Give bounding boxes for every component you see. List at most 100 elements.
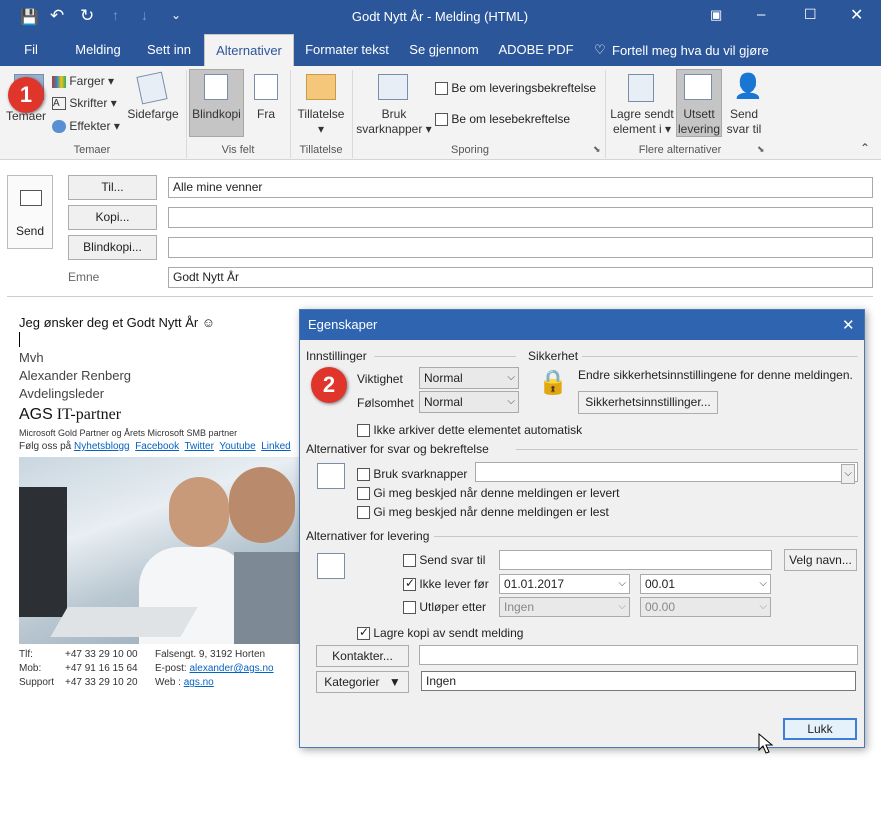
be-lese-checkbox[interactable]: Be om lesebekreftelse	[435, 112, 570, 127]
checkbox[interactable]	[357, 424, 370, 438]
kategorier-button[interactable]: Kategorier ▼	[316, 671, 409, 693]
down-icon[interactable]: ↓	[141, 7, 148, 23]
kontakter-field[interactable]	[419, 645, 858, 665]
checkbox[interactable]	[357, 506, 370, 520]
tab-fil[interactable]: Fil	[10, 34, 52, 66]
kopi-field[interactable]	[168, 207, 873, 228]
effekter-button[interactable]: Effekter ▾	[52, 119, 120, 134]
chevron-down-icon: ⌵	[507, 372, 515, 383]
kontakter-button[interactable]: Kontakter...	[316, 645, 409, 667]
send-button[interactable]: Send	[7, 175, 53, 249]
send-svar-til-checkbox[interactable]: Send svar til	[403, 553, 486, 568]
ribbon-display-icon[interactable]: ▣	[710, 7, 722, 23]
tell-me-box[interactable]: Fortell meg hva du vil gjøre	[612, 43, 769, 58]
sikkerhetsinnstillinger-button[interactable]: Sikkerhetsinnstillinger...	[578, 391, 718, 414]
checkbox[interactable]	[403, 554, 416, 568]
up-icon[interactable]: ↑	[112, 7, 119, 23]
blindkopi-field[interactable]	[168, 237, 873, 258]
checkbox[interactable]	[403, 576, 416, 592]
company-name: AGS	[19, 406, 53, 423]
kopi-button[interactable]: Kopi...	[68, 205, 157, 230]
utloper-checkbox[interactable]: Utløper etter	[403, 600, 486, 615]
ikke-lever-date[interactable]: 01.01.2017 ⌵	[499, 574, 630, 594]
from-icon	[254, 74, 278, 100]
contact-email-link[interactable]: alexander@ags.no	[189, 663, 273, 674]
viktighet-select[interactable]: Normal ⌵	[419, 367, 519, 389]
ikke-lever-checkbox[interactable]: Ikke lever før	[403, 576, 489, 592]
redo-icon[interactable]: ↻	[80, 6, 94, 26]
tab-adobe-pdf[interactable]: ADOBE PDF	[494, 34, 578, 66]
send-svar-til-button[interactable]: Send svar til	[723, 107, 765, 137]
contact-email-label: E-post:	[155, 663, 187, 674]
farger-button[interactable]: Farger ▾	[52, 74, 114, 89]
checkbox[interactable]	[435, 82, 448, 96]
utloper-date[interactable]: Ingen ⌵	[499, 597, 630, 617]
checkbox[interactable]	[357, 625, 370, 641]
link-facebook[interactable]: Facebook	[135, 441, 179, 452]
tillatelse-label: Tillatelse	[297, 107, 345, 121]
fra-button[interactable]: Fra	[247, 107, 285, 122]
link-youtube[interactable]: Youtube	[219, 441, 255, 452]
save-icon[interactable]: 💾	[20, 8, 39, 26]
keyboard-shape	[50, 607, 198, 637]
checkbox[interactable]	[357, 487, 370, 501]
ikke-lever-time[interactable]: 00.01 ⌵	[640, 574, 771, 594]
bruk-label-1: Bruk	[381, 107, 407, 121]
lagre-sendt-button[interactable]: Lagre sendt element i ▾	[608, 107, 676, 137]
tab-formater-tekst[interactable]: Formater tekst	[298, 34, 396, 66]
contact-label: Tlf:	[19, 649, 33, 660]
checkbox[interactable]	[403, 601, 416, 615]
ikke-arkiver-checkbox[interactable]: Ikke arkiver dette elementet automatisk	[357, 423, 582, 438]
customize-icon[interactable]: ⌄	[171, 8, 181, 22]
checkbox[interactable]	[435, 113, 448, 127]
minimize-icon[interactable]: –	[757, 6, 765, 23]
velg-navn-button[interactable]: Velg navn...	[784, 549, 857, 571]
fonts-icon: A	[52, 97, 66, 111]
utloper-time[interactable]: 00.00 ⌵	[640, 597, 771, 617]
til-button[interactable]: Til...	[68, 175, 157, 200]
voting-buttons-icon	[378, 74, 408, 100]
send-label: Send	[15, 224, 45, 238]
lukk-button[interactable]: Lukk	[783, 718, 857, 740]
dialog-launcher-icon[interactable]: ⬊	[757, 144, 765, 155]
tab-sett-inn[interactable]: Sett inn	[138, 34, 200, 66]
gi-levert-checkbox[interactable]: Gi meg beskjed når denne meldingen er le…	[357, 486, 619, 501]
utsett-label-1: Utsett	[683, 107, 715, 121]
tab-se-gjennom[interactable]: Se gjennom	[402, 34, 486, 66]
maximize-icon[interactable]: ☐	[804, 6, 817, 23]
be-levering-checkbox[interactable]: Be om leveringsbekreftelse	[435, 81, 596, 96]
skrifter-button[interactable]: A Skrifter ▾	[52, 96, 117, 111]
emne-field[interactable]: Godt Nytt År	[168, 267, 873, 288]
link-twitter[interactable]: Twitter	[185, 441, 214, 452]
dialog-close-icon[interactable]: ✕	[842, 316, 855, 334]
skrifter-label: Skrifter	[69, 96, 108, 110]
link-nyhetsblogg[interactable]: Nyhetsblogg	[74, 441, 130, 452]
svarknapper-select[interactable]: ⌵	[475, 462, 858, 484]
collapse-ribbon-icon[interactable]: ⌃	[860, 141, 870, 155]
voting-options-icon	[317, 463, 345, 489]
tillatelse-button[interactable]: Tillatelse ▾	[292, 107, 350, 137]
delay-delivery-icon	[684, 74, 712, 100]
tab-alternativer[interactable]: Alternativer	[204, 34, 294, 66]
gi-lest-checkbox[interactable]: Gi meg beskjed når denne meldingen er le…	[357, 505, 609, 520]
contact-web-link[interactable]: ags.no	[184, 677, 214, 688]
dialog-launcher-icon[interactable]: ⬊	[593, 144, 601, 155]
bruk-svarknapper-checkbox[interactable]: Bruk svarknapper	[357, 467, 467, 482]
send-svar-til-label: Send svar til	[419, 553, 486, 567]
undo-icon[interactable]: ↶	[50, 6, 64, 26]
bruk-svarknapper-button[interactable]: Bruk svarknapper ▾	[352, 107, 436, 137]
checkbox[interactable]	[357, 468, 370, 482]
blindkopi-field-button[interactable]: Blindkopi...	[68, 235, 157, 260]
close-icon[interactable]: ✕	[850, 5, 863, 25]
divider	[582, 356, 858, 357]
properties-dialog: Egenskaper ✕ Innstillinger Sikkerhet Vik…	[299, 309, 865, 748]
send-svar-til-field[interactable]	[499, 550, 772, 570]
link-linkedin[interactable]: Linked	[261, 441, 290, 452]
lagre-kopi-checkbox[interactable]: Lagre kopi av sendt melding	[357, 625, 523, 641]
kategorier-field[interactable]: Ingen	[421, 671, 856, 691]
person-shirt-shape	[234, 552, 300, 644]
tab-melding[interactable]: Melding	[64, 34, 132, 66]
sidefarge-button[interactable]: Sidefarge	[124, 107, 182, 122]
til-field[interactable]: Alle mine venner	[168, 177, 873, 198]
folsomhet-select[interactable]: Normal ⌵	[419, 391, 519, 413]
